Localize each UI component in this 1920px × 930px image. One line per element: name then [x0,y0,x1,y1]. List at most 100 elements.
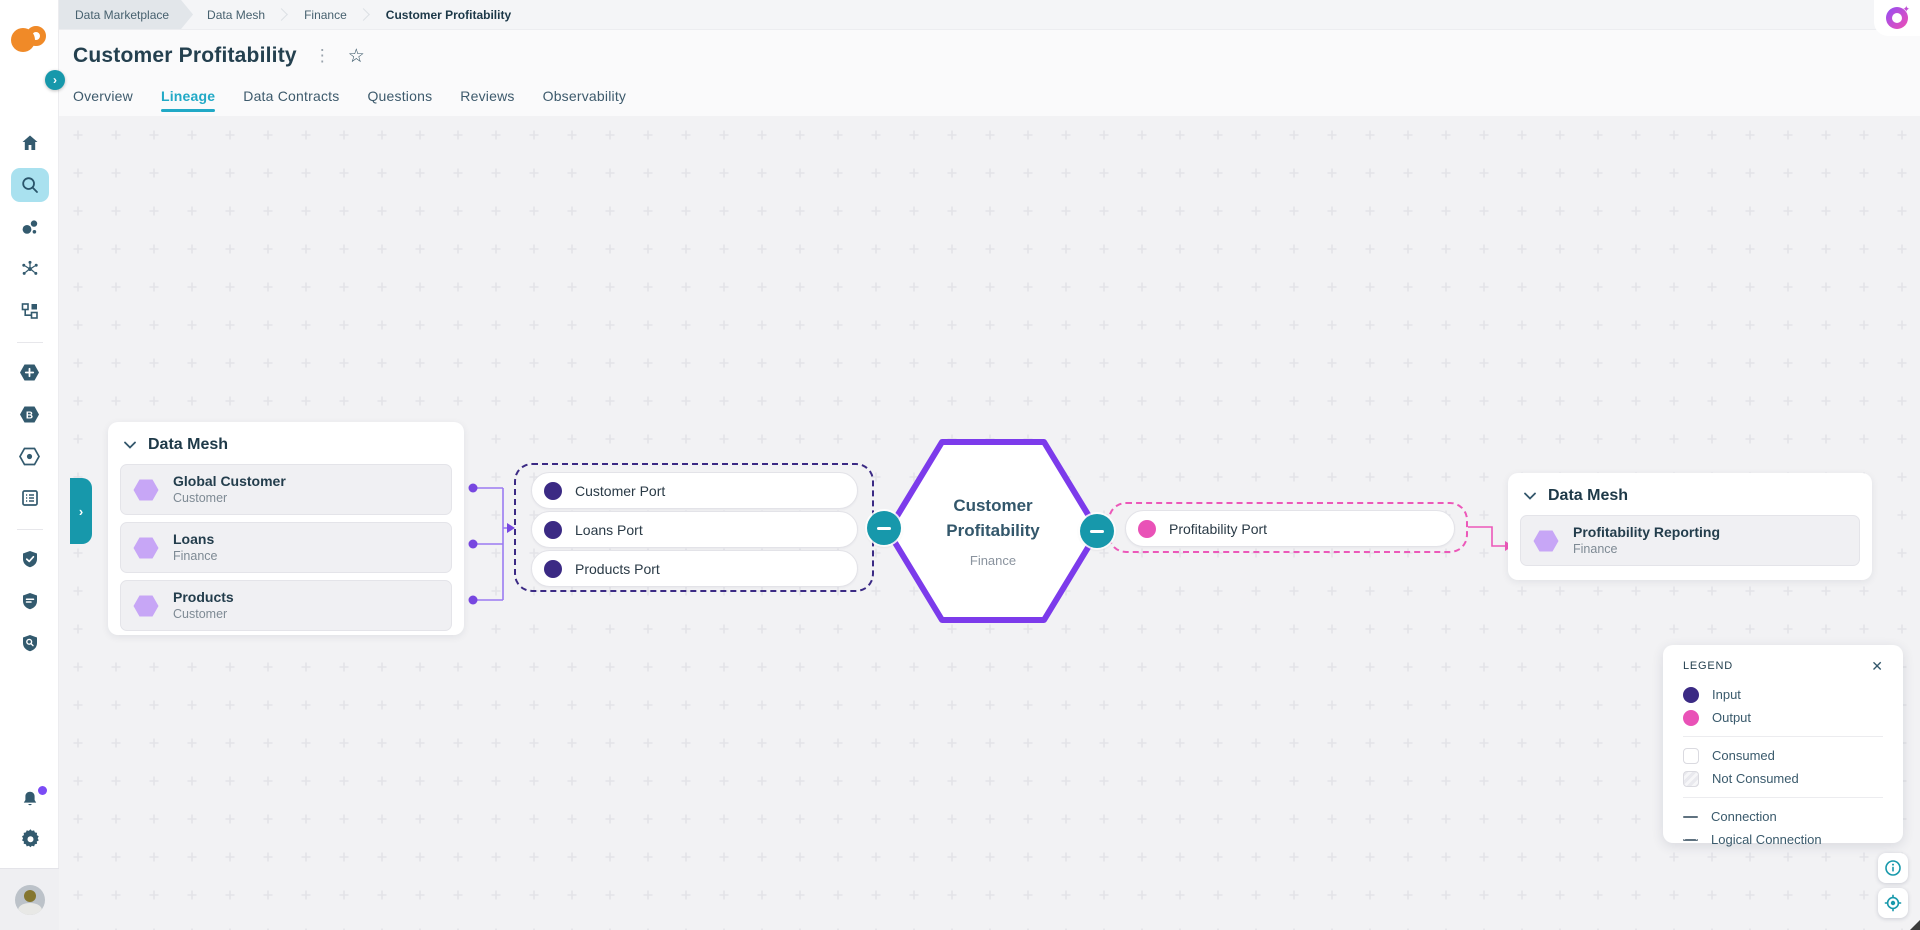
port-profitability[interactable]: Profitability Port [1125,510,1455,547]
hexagon-target-icon [19,446,40,467]
hierarchy-icon [20,301,40,321]
app-logo[interactable] [11,26,47,54]
node-domain: Finance [970,553,1016,568]
tab-observability[interactable]: Observability [543,88,627,112]
sidebar-item-catalog[interactable] [11,481,49,515]
tab-overview[interactable]: Overview [73,88,133,112]
input-port-icon [544,521,562,539]
resize-handle[interactable] [1910,920,1920,930]
input-ports-group: Customer Port Loans Port Products Port [514,463,874,592]
expand-panel-handle[interactable]: › [70,478,92,544]
data-product-profitability-reporting[interactable]: Profitability Reporting Finance [1520,515,1860,566]
item-name: Profitability Reporting [1573,524,1720,542]
info-button[interactable] [1878,853,1908,883]
port-customer[interactable]: Customer Port [531,472,858,509]
output-swatch-icon [1683,710,1699,726]
network-icon [20,259,40,279]
shield-policy-icon [20,591,40,611]
collapse-outputs-button[interactable] [1080,514,1114,548]
breadcrumb-finance[interactable]: Finance [290,0,361,29]
legend-input: Input [1683,683,1883,706]
hexagon-plus-icon [19,362,40,383]
sidebar-expand-button[interactable]: › [45,70,65,90]
user-avatar[interactable] [15,885,45,915]
data-product-products[interactable]: Products Customer [120,580,452,631]
crosshair-icon [1884,894,1902,912]
assistant-tab: ✦ [1874,0,1920,36]
sidebar-item-products-hub[interactable] [11,439,49,473]
sidebar-item-graph[interactable] [11,252,49,286]
sidebar-item-home[interactable] [11,126,49,160]
target-group-header[interactable]: Data Mesh [1508,473,1872,515]
info-icon [1884,859,1902,877]
port-label: Loans Port [575,522,643,538]
tab-lineage[interactable]: Lineage [161,88,215,112]
tab-data-contracts[interactable]: Data Contracts [243,88,339,112]
collapse-inputs-button[interactable] [867,511,901,545]
legend-close-icon[interactable]: ✕ [1871,659,1883,673]
legend-connection: Connection [1683,805,1883,828]
assistant-logo-icon[interactable]: ✦ [1886,7,1908,29]
item-domain: Finance [173,548,217,564]
consumed-swatch-icon [1683,748,1699,764]
node-customer-profitability[interactable]: Customer Profitability Finance [880,434,1106,628]
search-icon [20,175,40,195]
home-icon [20,133,40,153]
input-port-icon [544,560,562,578]
catalog-list-icon [20,488,40,508]
breadcrumb-data-marketplace[interactable]: Data Marketplace [59,0,193,29]
data-product-hexagon-icon [1533,528,1559,554]
item-name: Loans [173,531,217,549]
legend-output: Output [1683,706,1883,729]
sidebar-item-hierarchy[interactable] [11,294,49,328]
legend-not-consumed: Not Consumed [1683,767,1883,790]
shield-check-icon [20,549,40,569]
data-product-global-customer[interactable]: Global Customer Customer [120,464,452,515]
more-options-icon[interactable]: ⋮ [311,46,334,66]
item-name: Global Customer [173,473,286,491]
sidebar-item-business[interactable]: B [11,397,49,431]
chevron-down-icon [1524,490,1536,502]
port-label: Products Port [575,561,660,577]
item-domain: Finance [1573,541,1720,557]
center-view-button[interactable] [1878,888,1908,918]
source-group-header[interactable]: Data Mesh [108,422,464,464]
item-domain: Customer [173,490,286,506]
breadcrumb-current: Customer Profitability [372,0,525,29]
breadcrumb: Data Marketplace Data Mesh Finance Custo… [59,0,1920,30]
page-header: Customer Profitability ⋮ ☆ Overview Line… [59,30,1920,116]
notification-badge [38,786,47,795]
not-consumed-swatch-icon [1683,771,1699,787]
gear-icon [20,829,41,850]
output-ports-group: Profitability Port [1108,502,1468,553]
sidebar-item-audit[interactable] [11,626,49,660]
source-group-title: Data Mesh [148,436,228,454]
sidebar-item-quality[interactable] [11,542,49,576]
left-sidebar: B [0,0,59,930]
sidebar-item-domains[interactable] [11,210,49,244]
sidebar-item-search[interactable] [11,168,49,202]
sidebar-divider [17,529,43,530]
output-port-icon [1138,520,1156,538]
tab-questions[interactable]: Questions [367,88,432,112]
notifications-button[interactable] [11,782,49,816]
page-title: Customer Profitability [73,44,297,68]
input-swatch-icon [1683,687,1699,703]
port-loans[interactable]: Loans Port [531,511,858,548]
sidebar-item-create[interactable] [11,355,49,389]
favorite-star-icon[interactable]: ☆ [348,47,365,66]
svg-text:B: B [26,410,33,421]
lineage-canvas[interactable]: › Data Mesh Global Customer Customer [59,116,1920,930]
tab-reviews[interactable]: Reviews [460,88,514,112]
port-products[interactable]: Products Port [531,550,858,587]
logical-connection-swatch-icon [1683,839,1698,841]
data-product-loans[interactable]: Loans Finance [120,522,452,573]
settings-button[interactable] [11,822,49,856]
shield-search-icon [20,633,40,653]
breadcrumb-data-mesh[interactable]: Data Mesh [193,0,279,29]
legend-panel: LEGEND ✕ Input Output Consumed Not Consu… [1663,645,1903,843]
sidebar-item-policies[interactable] [11,584,49,618]
user-section [0,868,59,930]
target-group-card: Data Mesh Profitability Reporting Financ… [1508,473,1872,580]
hexagon-b-icon: B [19,404,40,425]
